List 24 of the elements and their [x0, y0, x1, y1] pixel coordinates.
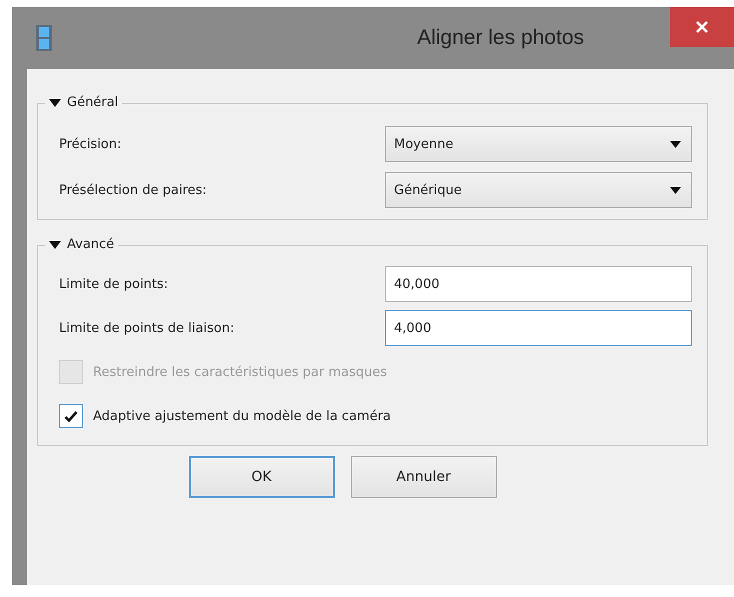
close-button[interactable] — [670, 7, 734, 47]
group-title: Général — [67, 94, 118, 112]
checkbox-label: Restreindre les caractéristiques par masques — [93, 364, 388, 380]
close-icon — [695, 20, 709, 34]
dropdown[interactable]: Générique — [385, 172, 692, 208]
field-label: Précision: — [59, 136, 122, 152]
film-icon — [36, 25, 52, 51]
checkmark-icon — [64, 410, 78, 422]
dropdown-arrow-icon — [670, 140, 681, 148]
window-title: Aligner les photos — [417, 26, 584, 50]
collapse-toggle[interactable] — [49, 98, 61, 108]
collapse-toggle[interactable] — [49, 240, 61, 250]
checkbox-label: Adaptive ajustement du modèle de la caméra — [93, 408, 391, 424]
ok-button[interactable]: OK — [188, 456, 334, 498]
field-label: Limite de points de liaison: — [59, 320, 236, 336]
checkbox[interactable] — [59, 404, 83, 428]
dropdown-arrow-icon — [670, 186, 681, 194]
field-label: Présélection de paires: — [59, 182, 208, 198]
input-field[interactable]: 4,000 — [385, 310, 692, 346]
cancel-button[interactable]: Annuler — [350, 456, 496, 498]
field-label: Limite de points: — [59, 276, 170, 292]
dropdown[interactable]: Moyenne — [385, 126, 692, 162]
group-title: Avancé — [67, 236, 114, 254]
input-field[interactable]: 40,000 — [385, 266, 692, 302]
